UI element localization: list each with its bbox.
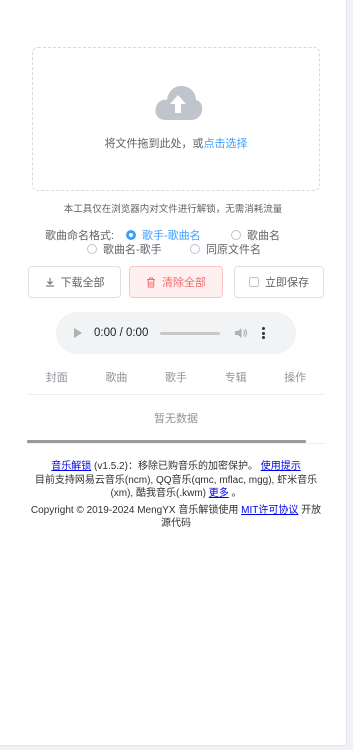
- radio-dot: [87, 244, 97, 254]
- footer-line-1: 音乐解锁 (v1.5.2)：移除已购音乐的加密保护。 使用提示: [26, 460, 326, 473]
- footer-line-2: 目前支持网易云音乐(ncm), QQ音乐(qmc, mflac, mgg), 虾…: [26, 474, 326, 500]
- local-processing-notice: 本工具仅在浏览器内对文件进行解锁，无需消耗流量: [63, 204, 283, 215]
- volume-icon[interactable]: [234, 327, 248, 339]
- mit-license-link[interactable]: MIT许可协议: [241, 505, 298, 516]
- play-icon[interactable]: [74, 328, 82, 338]
- radio-label: 同原文件名: [206, 244, 261, 256]
- upload-drop-zone[interactable]: 将文件拖到此处，或点击选择: [32, 47, 320, 191]
- radio-label: 歌曲名-歌手: [103, 244, 162, 256]
- version-text: (v1.5.2)：移除已购音乐的加密保护。: [94, 461, 258, 472]
- table-header: 封面 歌曲 歌手 专辑 操作: [27, 360, 325, 395]
- more-link[interactable]: 更多: [209, 488, 229, 499]
- save-immediately-checkbox[interactable]: [249, 277, 259, 287]
- upload-hint: 将文件拖到此处，或点击选择: [33, 135, 319, 151]
- copyright-text: Copyright © 2019-2024 MengYX 音乐解锁使用: [30, 505, 239, 516]
- radio-original-filename[interactable]: 同原文件名: [190, 241, 261, 257]
- radio-dot: [190, 244, 200, 254]
- column-actions: 操作: [284, 372, 307, 384]
- seek-slider[interactable]: [160, 331, 221, 335]
- radio-dot: [231, 230, 241, 240]
- supported-formats-text: 目前支持网易云音乐(ncm), QQ音乐(qmc, mflac, mgg), 虾…: [34, 475, 318, 499]
- column-album: 专辑: [224, 372, 247, 384]
- download-icon: [45, 278, 54, 287]
- footer-line-3: Copyright © 2019-2024 MengYX 音乐解锁使用 MIT许…: [26, 504, 326, 530]
- click-to-select-link[interactable]: 点击选择: [204, 138, 248, 150]
- radio-title-artist[interactable]: 歌曲名-歌手: [87, 241, 162, 257]
- clear-all-button[interactable]: 清除全部: [129, 266, 223, 298]
- page: 将文件拖到此处，或点击选择 本工具仅在浏览器内对文件进行解锁，无需消耗流量 歌曲…: [0, 0, 347, 746]
- download-all-button[interactable]: 下载全部: [28, 266, 121, 298]
- trash-icon: [147, 277, 155, 287]
- save-immediately-label: 立即保存: [265, 277, 309, 289]
- table-bottom-border: [27, 443, 325, 444]
- more-suffix: 。: [231, 488, 242, 499]
- upload-cloud-icon: [155, 85, 203, 120]
- save-immediately-toggle[interactable]: 立即保存: [234, 266, 324, 298]
- radio-dot: [126, 230, 136, 240]
- clear-all-label: 清除全部: [162, 277, 206, 289]
- usage-tips-link[interactable]: 使用提示: [261, 461, 301, 472]
- download-all-label: 下载全部: [60, 277, 105, 289]
- more-options-icon[interactable]: [262, 327, 266, 339]
- table-empty-text: 暂无数据: [154, 413, 198, 425]
- column-song: 歌曲: [105, 372, 128, 384]
- upload-hint-text: 将文件拖到此处，或: [104, 138, 204, 150]
- column-cover: 封面: [45, 372, 68, 384]
- audio-player: 0:00 / 0:00: [56, 312, 296, 354]
- app-link[interactable]: 音乐解锁: [51, 461, 91, 472]
- player-time: 0:00 / 0:00: [94, 327, 149, 339]
- column-artist: 歌手: [164, 372, 187, 384]
